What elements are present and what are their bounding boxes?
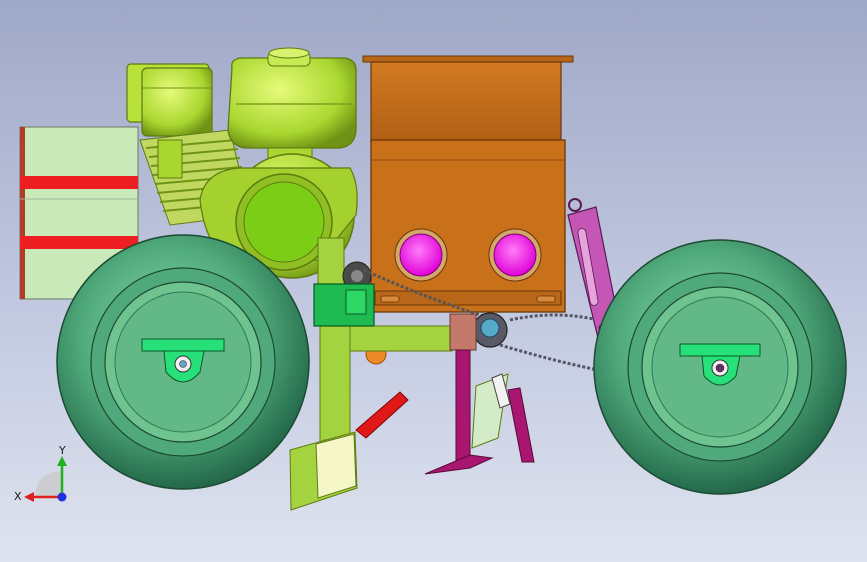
tank-strap — [20, 236, 138, 249]
wheel-right — [593, 239, 847, 495]
coulter-blade — [355, 391, 409, 439]
y-axis-label: Y — [58, 444, 66, 457]
frame-clamp — [449, 313, 477, 351]
engine-fuel-tank — [227, 47, 357, 149]
machine-drawing: Y X — [14, 47, 847, 511]
cad-viewport[interactable]: Y X — [0, 0, 867, 562]
x-axis-label: X — [14, 490, 22, 503]
z-axis-dot — [57, 492, 67, 502]
furrow-opener-rear — [424, 349, 535, 475]
seed-disc-left — [394, 228, 448, 282]
wheel-left — [56, 234, 310, 490]
flywheel-cover — [243, 181, 325, 263]
axis-triad[interactable]: Y X — [14, 444, 67, 503]
seed-hopper — [362, 55, 574, 313]
seed-disc-right — [488, 228, 542, 282]
tank-strap — [20, 176, 138, 189]
